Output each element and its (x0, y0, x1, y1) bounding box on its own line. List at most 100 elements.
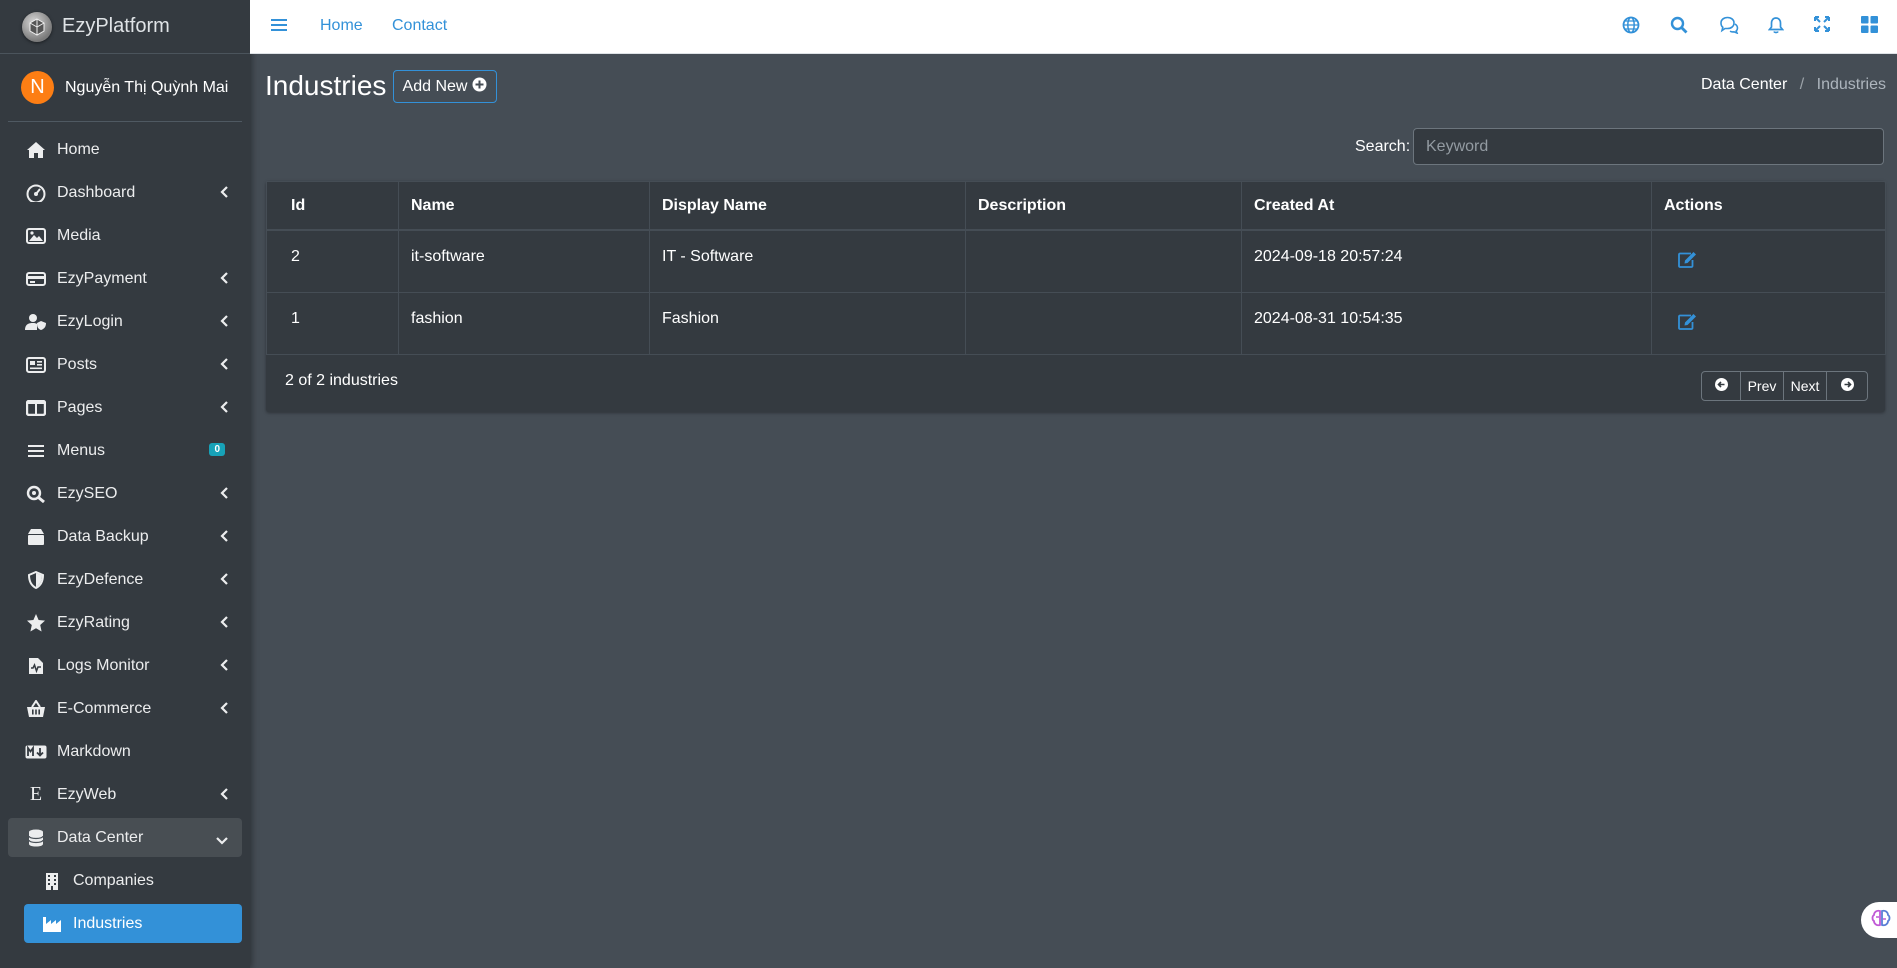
cell-actions (1651, 229, 1886, 293)
basket-icon (25, 698, 47, 720)
letter-e-icon: E (29, 783, 43, 805)
column-header-id[interactable]: Id (266, 181, 399, 231)
edit-icon[interactable] (1678, 313, 1697, 335)
sidebar-item-label: Pages (57, 398, 103, 416)
sidebar-item-ezyrating[interactable]: EzyRating (8, 603, 242, 642)
sidebar-item-label: Menus (57, 441, 106, 459)
results-count: 2 of 2 industries (285, 372, 398, 389)
edit-icon[interactable] (1678, 251, 1697, 273)
sidebar-item-media[interactable]: Media (8, 216, 242, 255)
next-button[interactable]: Next (1784, 372, 1827, 400)
column-header-name[interactable]: Name (398, 181, 650, 231)
chevron-left-icon (220, 314, 228, 332)
table-row: 1 fashion Fashion 2024-08-31 10:54:35 (266, 291, 1886, 355)
cell-description (965, 229, 1242, 293)
table-row: 2 it-software IT - Software 2024-09-18 2… (266, 229, 1886, 293)
add-new-button[interactable]: Add New (393, 70, 497, 103)
cell-name: it-software (398, 229, 650, 293)
building-icon (41, 870, 63, 892)
column-header-description[interactable]: Description (965, 181, 1242, 231)
sidebar-item-pages[interactable]: Pages (8, 388, 242, 427)
grid-apps-icon[interactable] (1861, 16, 1881, 36)
cell-actions (1651, 291, 1886, 355)
search-input[interactable] (1413, 128, 1884, 165)
arrow-left-circle-icon (1714, 378, 1728, 394)
sidebar-item-label: Media (57, 226, 101, 244)
search-icon[interactable] (1670, 16, 1690, 36)
sidebar-item-ezylogin[interactable]: EzyLogin (8, 302, 242, 341)
sidebar-item-menus[interactable]: Menus 0 (8, 431, 242, 470)
sidebar: EzyPlatform N Nguyễn Thị Quỳnh Mai Home … (0, 0, 250, 968)
sidebar-item-e-commerce[interactable]: E-Commerce (8, 689, 242, 728)
chevron-left-icon (220, 400, 228, 418)
newspaper-icon (25, 354, 47, 376)
sidebar-item-ezyseo[interactable]: EzySEO (8, 474, 242, 513)
chevron-down-icon (216, 832, 228, 850)
prev-arrow-button[interactable] (1702, 372, 1741, 400)
top-nav-home-link[interactable]: Home (320, 17, 363, 35)
sidebar-item-companies[interactable]: Companies (8, 861, 242, 900)
cell-id: 1 (266, 291, 399, 355)
menus-count-badge: 0 (209, 443, 225, 456)
chevron-left-icon (220, 787, 228, 805)
plus-circle-icon (472, 77, 487, 97)
sidebar-item-ezydefence[interactable]: EzyDefence (8, 560, 242, 599)
breadcrumb-data-center-link[interactable]: Data Center (1701, 76, 1787, 93)
sidebar-item-label: EzyWeb (57, 785, 117, 803)
brand-logo-icon (22, 11, 52, 42)
sidebar-item-logs-monitor[interactable]: Logs Monitor (8, 646, 242, 685)
cell-created-at: 2024-09-18 20:57:24 (1241, 229, 1652, 293)
sidebar-item-label: Companies (73, 871, 154, 889)
industries-table-card: Id Name Display Name Description Created… (266, 181, 1886, 412)
column-header-actions: Actions (1651, 181, 1886, 231)
top-nav-contact-link[interactable]: Contact (392, 17, 447, 35)
brain-icon (1871, 909, 1891, 932)
hamburger-menu-icon[interactable] (271, 17, 287, 38)
next-arrow-button[interactable] (1827, 372, 1867, 400)
chevron-left-icon (220, 357, 228, 375)
columns-icon (25, 397, 47, 419)
sidebar-item-label: EzyLogin (57, 312, 123, 330)
sidebar-item-data-backup[interactable]: Data Backup (8, 517, 242, 556)
sidebar-item-markdown[interactable]: Markdown (8, 732, 242, 771)
bell-icon[interactable] (1767, 16, 1788, 36)
bars-icon (25, 440, 47, 462)
sidebar-item-industries[interactable]: Industries (24, 904, 242, 943)
image-icon (25, 225, 47, 247)
column-header-display-name[interactable]: Display Name (649, 181, 966, 231)
cell-display-name: Fashion (649, 291, 966, 355)
sidebar-item-label: Dashboard (57, 183, 136, 201)
sidebar-item-posts[interactable]: Posts (8, 345, 242, 384)
chevron-left-icon (220, 271, 228, 289)
sidebar-item-label: Posts (57, 355, 98, 373)
user-name[interactable]: Nguyễn Thị Quỳnh Mai (65, 79, 228, 97)
sidebar-item-home[interactable]: Home (8, 130, 242, 169)
sidebar-item-label: EzyPayment (57, 269, 147, 287)
sidebar-item-label: Data Center (57, 828, 144, 846)
sidebar-item-ezyweb[interactable]: E EzyWeb (8, 775, 242, 814)
fullscreen-expand-icon[interactable] (1814, 16, 1834, 36)
search-plus-icon (25, 483, 47, 505)
prev-button[interactable]: Prev (1741, 372, 1784, 400)
cell-display-name: IT - Software (649, 229, 966, 293)
sidebar-item-label: EzyDefence (57, 570, 144, 588)
ai-assistant-button[interactable] (1861, 902, 1897, 938)
sidebar-item-dashboard[interactable]: Dashboard (8, 173, 242, 212)
brand-link[interactable]: EzyPlatform (0, 0, 250, 54)
cell-id: 2 (266, 229, 399, 293)
chevron-left-icon (220, 486, 228, 504)
column-header-created-at[interactable]: Created At (1241, 181, 1652, 231)
chat-bubbles-icon[interactable] (1719, 16, 1739, 36)
chevron-left-icon (220, 185, 228, 203)
cell-name: fashion (398, 291, 650, 355)
breadcrumb-separator: / (1799, 76, 1805, 93)
cell-description (965, 291, 1242, 355)
sidebar-item-label: Industries (73, 914, 143, 932)
user-shield-icon (25, 311, 47, 333)
sidebar-item-ezypayment[interactable]: EzyPayment (8, 259, 242, 298)
user-panel[interactable]: N Nguyễn Thị Quỳnh Mai (8, 54, 242, 122)
globe-icon[interactable] (1622, 16, 1642, 36)
sidebar-item-data-center[interactable]: Data Center (8, 818, 242, 857)
sidebar-item-label: Logs Monitor (57, 656, 150, 674)
credit-card-icon (25, 268, 47, 290)
